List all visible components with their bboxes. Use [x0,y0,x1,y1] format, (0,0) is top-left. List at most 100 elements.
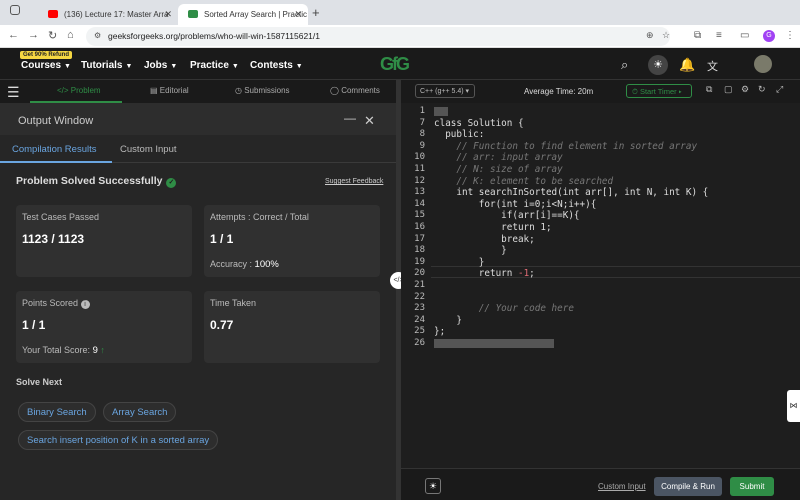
back-icon[interactable]: ← [8,29,19,41]
theme-toggle-icon[interactable]: ☀ [648,55,668,75]
compile-run-button[interactable]: Compile & Run [654,477,722,496]
line-number: 23 [414,303,425,314]
line-number: 21 [414,280,425,290]
points-value: 1 / 1 [22,318,46,332]
reset-icon[interactable]: ↻ [758,84,766,95]
gfg-logo[interactable]: GfG [380,54,410,75]
test-cases-value: 1123 / 1123 [22,232,85,246]
copy-icon[interactable]: ⧉ [706,84,712,95]
time-value: 0.77 [210,318,234,332]
output-tabs: Compilation Results Custom Input [0,135,396,163]
line-number: 1 [419,106,425,116]
forward-icon[interactable]: → [28,29,39,41]
folded-code-marker[interactable] [434,339,554,348]
code-line: if(arr[i]==K){ [434,210,580,222]
folded-code-marker[interactable] [434,107,448,116]
chevron-down-icon: ▼ [295,63,303,70]
minimize-icon[interactable]: — [344,111,356,125]
start-timer-button[interactable]: ⏱ Start Timer ▸ [626,84,692,98]
code-line: // K: element to be searched [434,175,614,187]
test-cases-card: Test Cases Passed 1123 / 1123 [16,205,192,277]
check-circle-icon: ✓ [166,178,177,188]
chevron-down-icon: ▼ [125,63,133,70]
translate-icon[interactable]: 文 [707,58,718,74]
line-number: 20 [414,268,425,279]
tab-comments[interactable]: ◯ Comments [330,86,380,95]
browser-tab-youtube[interactable]: (136) Lecture 17: Master Arra ✕ [38,4,178,25]
site-info-icon[interactable]: ⚙ [94,31,101,40]
nav-practice[interactable]: Practice ▼ [190,60,239,71]
profile-avatar[interactable]: G [763,30,775,42]
line-number: 26 [414,338,425,348]
language-select[interactable]: C++ (g++ 5.4) ▾ [415,84,475,98]
expand-icon[interactable]: ⤢ [776,84,783,95]
points-label: Points Scored i [22,298,90,309]
nav-courses[interactable]: Courses ▼ [21,60,71,71]
editor-footer: ☀ Custom Input Compile & Run Submit [401,468,800,500]
attempts-label: Attempts : Correct / Total [210,212,309,222]
info-icon: i [80,300,90,309]
settings-icon[interactable]: ⚙ [741,84,749,95]
code-line: int searchInSorted(int arr[], int N, int… [434,187,709,199]
hamburger-menu-icon[interactable]: ☰ [7,84,20,101]
reload-icon[interactable]: ↻ [48,29,57,42]
solve-next-chip-array-search[interactable]: Array Search [103,402,177,422]
site-navbar: Get 90% Refund Courses ▼ Tutorials ▼ Jobs ▼… [0,48,800,80]
code-line: break; [434,233,535,245]
side-panel-icon[interactable]: ▭ [740,30,749,41]
solve-next-chip-search-insert[interactable]: Search insert position of K in a sorted … [18,430,219,450]
close-tab-icon[interactable]: ✕ [164,9,172,20]
home-icon[interactable]: ⌂ [67,29,74,41]
side-drawer-handle-icon[interactable]: ⋈ [787,390,800,422]
code-line: } [434,256,485,268]
line-number: 11 [414,164,425,174]
nav-tutorials[interactable]: Tutorials ▼ [81,60,132,71]
suggest-feedback-link[interactable]: Suggest Feedback [325,178,383,185]
tab-compilation-results[interactable]: Compilation Results [12,144,96,155]
problem-tabs: ☰ </> Problem ▤ Editorial ◷ Submissions … [0,80,396,103]
nav-contests[interactable]: Contests ▼ [250,60,303,71]
code-line: // arr: input array [434,152,563,164]
code-line: } [434,245,507,257]
url-text: geeksforgeeks.org/problems/who-will-win-… [108,31,320,41]
fullscreen-icon[interactable]: ▢ [724,84,733,95]
solve-next-chip-binary-search[interactable]: Binary Search [18,402,96,422]
bookmark-star-icon[interactable]: ☆ [662,30,670,41]
tab-title: (136) Lecture 17: Master Arra [64,10,169,19]
tab-problem[interactable]: </> Problem [57,86,101,95]
browser-tab-gfg[interactable]: Sorted Array Search | Practic ✕ [178,4,308,25]
nav-jobs[interactable]: Jobs ▼ [144,60,177,71]
notification-bell-icon[interactable]: 🔔 [679,57,695,73]
address-bar[interactable]: ⚙ geeksforgeeks.org/problems/who-will-wi… [86,27,670,46]
tab-search-icon[interactable] [10,5,20,15]
gfg-favicon-icon [188,10,198,18]
refund-badge: Get 90% Refund [20,51,73,59]
reading-list-icon[interactable]: ≡ [716,30,722,41]
total-score: Your Total Score: 9 ↑ [22,345,105,356]
search-icon[interactable]: ⌕ [621,57,628,73]
code-line: }; [434,326,446,338]
tab-submissions[interactable]: ◷ Submissions [235,86,290,95]
close-icon[interactable]: ✕ [364,113,375,129]
new-tab-button[interactable]: + [312,5,320,20]
time-card: Time Taken 0.77 [204,291,380,363]
zoom-icon[interactable]: ⊕ [646,30,654,41]
line-number: 8 [419,129,425,140]
time-label: Time Taken [210,298,257,308]
chevron-down-icon: ▼ [231,63,239,70]
tab-editorial[interactable]: ▤ Editorial [150,86,189,95]
line-number: 13 [414,187,425,198]
menu-kebab-icon[interactable]: ⋮ [785,30,795,41]
code-line: // Your code here [434,303,574,315]
tab-custom-input[interactable]: Custom Input [120,144,177,155]
theme-bulb-icon[interactable]: ☀ [425,478,441,494]
custom-input-link[interactable]: Custom Input [598,482,646,491]
close-tab-icon[interactable]: ✕ [294,9,302,20]
submit-button[interactable]: Submit [730,477,774,496]
user-avatar[interactable] [754,55,772,73]
line-number: 22 [414,291,425,302]
code-editor[interactable]: class Solution { public: // Function to … [431,103,800,468]
extensions-icon[interactable]: ⧉ [694,30,701,41]
tab-title: Sorted Array Search | Practic [204,10,308,19]
code-line: public: [434,129,485,141]
